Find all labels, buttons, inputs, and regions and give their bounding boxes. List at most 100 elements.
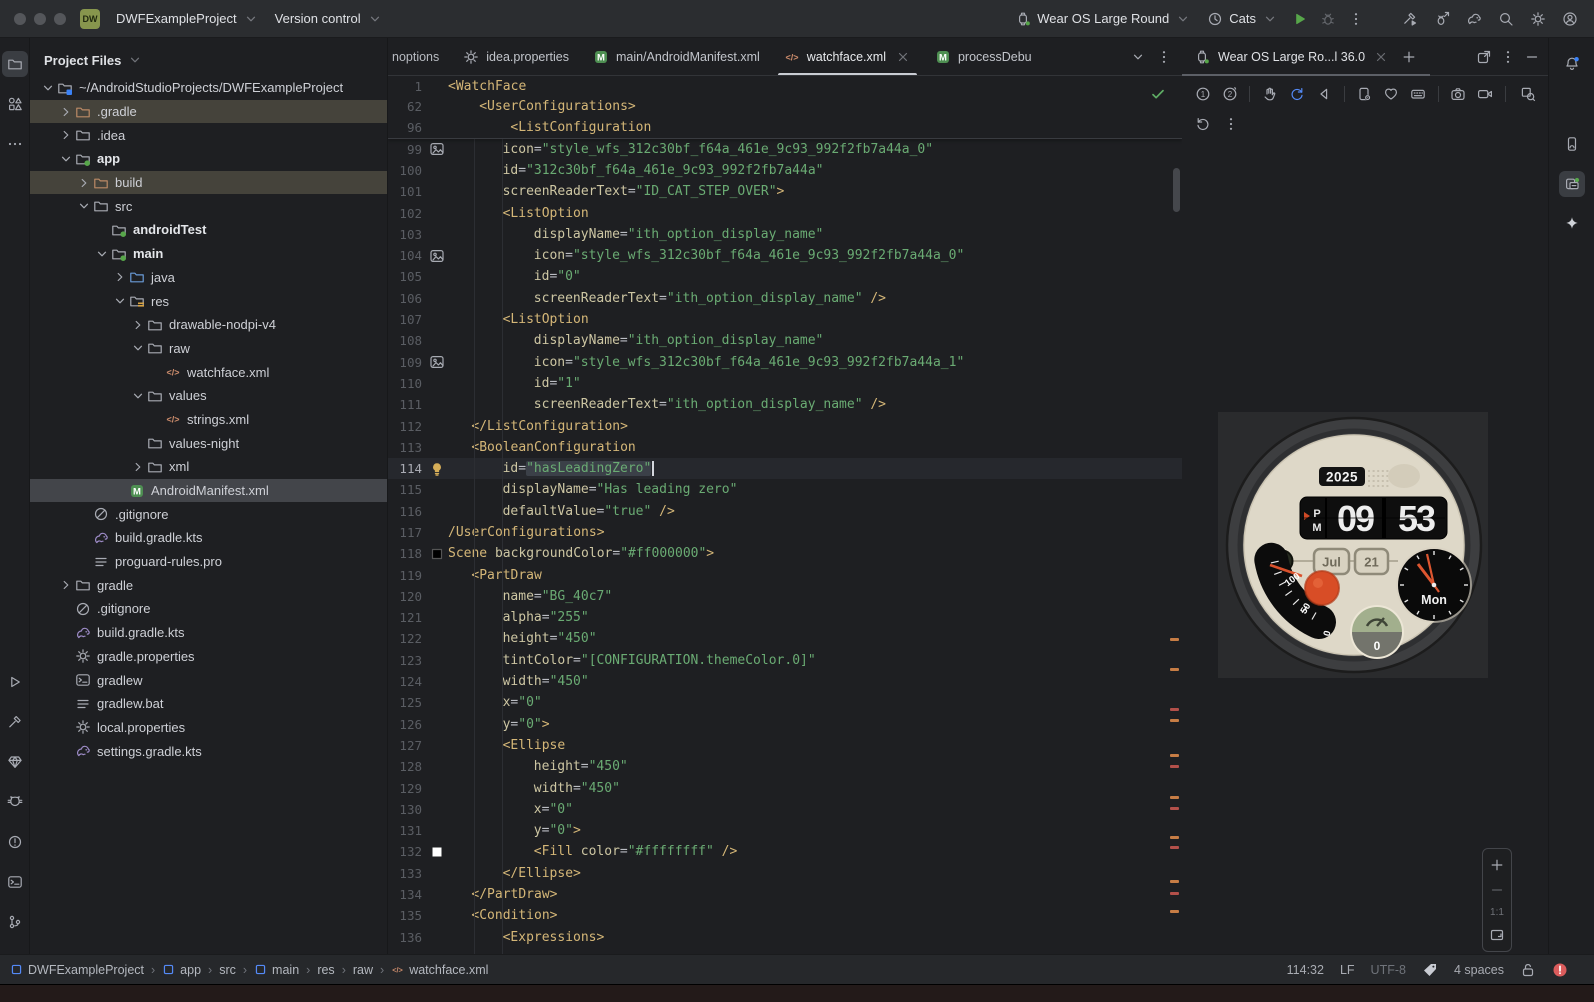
code-line-1[interactable]: 1<WatchFace (388, 76, 1182, 97)
window-controls[interactable] (14, 13, 66, 25)
analysis-stripe-mark[interactable] (1170, 754, 1179, 757)
video-button[interactable] (1473, 82, 1498, 106)
code-line-123[interactable]: 123tintColor="[CONFIGURATION.themeColor.… (388, 650, 1182, 671)
chevron-right-icon[interactable] (76, 175, 92, 191)
code-line-119[interactable]: 119<PartDraw (388, 564, 1182, 585)
tab-processdebug[interactable]: MprocessDebug (923, 38, 1031, 75)
add-device-icon[interactable] (1401, 49, 1417, 65)
counter-2-button[interactable]: 2 (1217, 82, 1242, 106)
gear-button[interactable] (1524, 5, 1552, 33)
tool-stripe-device-manager[interactable] (1559, 131, 1585, 157)
vcs-menu[interactable]: Version control (267, 7, 391, 31)
tool-stripe-terminal[interactable] (2, 869, 28, 895)
breadcrumb-res[interactable]: res (317, 963, 334, 977)
tree-item-raw[interactable]: raw (30, 337, 387, 361)
code-line-104[interactable]: 104icon="style_wfs_312c30bf_f64a_461e_9c… (388, 245, 1182, 266)
code-line-135[interactable]: 135<Condition> (388, 905, 1182, 926)
chevron-down-icon[interactable] (94, 246, 110, 262)
tree-item--gradle[interactable]: .gradle (30, 100, 387, 124)
tool-stripe-branch[interactable] (2, 909, 28, 935)
tree-item-app[interactable]: app (30, 147, 387, 171)
kebab-icon[interactable] (1500, 49, 1516, 65)
tab-options-icon[interactable] (1156, 49, 1172, 65)
tab-noptions[interactable]: noptions (388, 38, 451, 75)
watch-face[interactable]: 2025 P M 09 53 (1218, 412, 1488, 678)
tree-item-proguard-rules-pro[interactable]: proguard-rules.pro (30, 550, 387, 574)
project-menu[interactable]: DWFExampleProject (108, 7, 267, 31)
analysis-stripe-mark[interactable] (1170, 765, 1179, 768)
run-button[interactable] (1286, 5, 1314, 33)
tree-item-androidmanifest-xml[interactable]: MAndroidManifest.xml (30, 479, 387, 503)
code-line-117[interactable]: 117/UserConfigurations> (388, 522, 1182, 543)
rotate-button[interactable] (1284, 82, 1309, 106)
heart-button[interactable] (1379, 82, 1404, 106)
tree-item-gradle-properties[interactable]: gradle.properties (30, 645, 387, 669)
code-line-111[interactable]: 111screenReaderText="ith_option_display_… (388, 394, 1182, 415)
chevron-right-icon[interactable] (112, 269, 128, 285)
tree-item-main[interactable]: main (30, 242, 387, 266)
back-button[interactable] (1311, 82, 1336, 106)
tree-item-gradlew-bat[interactable]: gradlew.bat (30, 692, 387, 716)
tool-stripe-more[interactable] (2, 131, 28, 157)
sqwhite-gutter-icon[interactable] (426, 844, 448, 860)
code-line-101[interactable]: 101screenReaderText="ID_CAT_STEP_OVER"> (388, 181, 1182, 202)
tree-item-java[interactable]: java (30, 266, 387, 290)
keyboard-button[interactable] (1406, 82, 1431, 106)
editor-scrollbar[interactable] (1173, 168, 1180, 212)
code-line-96[interactable]: 96<ListConfiguration (388, 117, 1182, 138)
tab-watchface-xml[interactable]: </>watchface.xml (772, 38, 923, 75)
code-line-107[interactable]: 107<ListOption (388, 309, 1182, 330)
analysis-stripe-mark[interactable] (1170, 807, 1179, 810)
tree-item-strings-xml[interactable]: </>strings.xml (30, 408, 387, 432)
tree-item-gradlew[interactable]: gradlew (30, 668, 387, 692)
tree-item-values-night[interactable]: values-night (30, 431, 387, 455)
tag-icon[interactable] (1422, 962, 1438, 978)
code-editor[interactable]: 1<WatchFace62<UserConfigurations>96<List… (388, 76, 1182, 954)
close-icon[interactable] (1373, 49, 1389, 65)
tree-item-drawable-nodpi-v4[interactable]: drawable-nodpi-v4 (30, 313, 387, 337)
search-button[interactable] (1492, 5, 1520, 33)
img-gutter-icon[interactable] (426, 248, 448, 264)
tab-idea-properties[interactable]: idea.properties (451, 38, 581, 75)
chevron-right-icon[interactable] (130, 459, 146, 475)
more-run-actions-button[interactable] (1342, 5, 1370, 33)
tool-stripe-bell[interactable] (1559, 51, 1585, 77)
bulb-gutter-icon[interactable] (426, 461, 448, 477)
tree-item-build-gradle-kts[interactable]: build.gradle.kts (30, 526, 387, 550)
indent-setting[interactable]: 4 spaces (1454, 963, 1504, 977)
breadcrumb-main[interactable]: main (254, 963, 299, 977)
zoom-out-icon[interactable] (1489, 882, 1505, 898)
code-line-109[interactable]: 109icon="style_wfs_312c30bf_f64a_461e_9c… (388, 351, 1182, 372)
analysis-stripe-mark[interactable] (1170, 880, 1179, 883)
analysis-stripe-mark[interactable] (1170, 668, 1179, 671)
tree-item--idea[interactable]: .idea (30, 123, 387, 147)
tool-stripe-cat[interactable] (2, 789, 28, 815)
tree-item-settings-gradle-kts[interactable]: settings.gradle.kts (30, 739, 387, 763)
sync-elephant-button[interactable] (1460, 5, 1488, 33)
analysis-stripe-mark[interactable] (1170, 836, 1179, 839)
sqblack-gutter-icon[interactable] (426, 546, 448, 562)
tree-item--gitignore[interactable]: .gitignore (30, 502, 387, 526)
zoom-reset[interactable]: 1:1 (1490, 907, 1504, 918)
tab-list-chevron-icon[interactable] (1130, 49, 1146, 65)
run-config-selector[interactable]: Cats (1199, 7, 1286, 31)
tool-stripe-play[interactable] (2, 669, 28, 695)
code-line-130[interactable]: 130x="0" (388, 799, 1182, 820)
code-line-100[interactable]: 100id="312c30bf_f64a_461e_9c93_992f2fb7a… (388, 160, 1182, 181)
chevron-down-icon[interactable] (58, 151, 74, 167)
tool-stripe-problem[interactable] (2, 829, 28, 855)
project-view-selector[interactable]: Project Files (30, 38, 387, 76)
code-line-108[interactable]: 108displayName="ith_option_display_name" (388, 330, 1182, 351)
tool-stripe-gem[interactable] (2, 749, 28, 775)
breadcrumb-dwfexampleproject[interactable]: DWFExampleProject (10, 963, 144, 977)
device-screen[interactable]: 2025 P M 09 53 (1218, 412, 1488, 678)
tree-item-androidtest[interactable]: androidTest (30, 218, 387, 242)
code-lines[interactable]: 99icon="style_wfs_312c30bf_f64a_461e_9c9… (388, 139, 1182, 948)
code-line-116[interactable]: 116defaultValue="true" /> (388, 501, 1182, 522)
code-line-113[interactable]: 113<BooleanConfiguration (388, 437, 1182, 458)
kebab-button[interactable] (1218, 112, 1244, 136)
code-line-62[interactable]: 62<UserConfigurations> (388, 97, 1182, 118)
code-line-112[interactable]: 112</ListConfiguration> (388, 415, 1182, 436)
device-tab-title[interactable]: Wear OS Large Ro...l 36.0 (1218, 50, 1365, 64)
analysis-stripe-mark[interactable] (1170, 708, 1179, 711)
